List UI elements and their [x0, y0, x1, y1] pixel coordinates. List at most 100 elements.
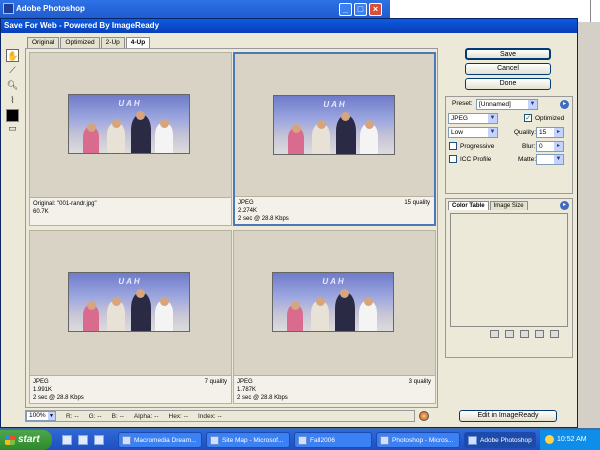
system-tray: 10:52 AM — [540, 430, 600, 450]
preset-select[interactable]: [Unnamed] ▼ — [476, 99, 538, 110]
photoshop-titlebar[interactable]: Adobe Photoshop _ □ × — [0, 0, 390, 18]
pane-info: Original: "001-randr.jpg" 60.7K — [30, 197, 231, 225]
tab-color-table[interactable]: Color Table — [448, 201, 489, 210]
blur-input[interactable]: 0 ▸ — [536, 141, 564, 152]
preset-label: Preset: — [452, 100, 473, 107]
quality-input[interactable]: 15 ▸ — [536, 127, 564, 138]
blur-label: Blur: — [522, 143, 536, 150]
minimize-icon[interactable]: _ — [339, 3, 352, 16]
status-hex: Hex: -- — [168, 412, 189, 420]
tab-2up[interactable]: 2-Up — [100, 37, 125, 48]
preview-image: UAH — [68, 272, 190, 332]
preview-image: UAH — [273, 95, 395, 155]
slider-arrow-icon[interactable]: ▸ — [554, 128, 563, 137]
preview-pane-original[interactable]: UAH Original: "001-randr.jpg" 60.7K — [29, 52, 232, 226]
taskbar: start Macromedia Dream... Site Map - Mic… — [0, 430, 600, 450]
status-blue: B: -- — [111, 412, 124, 420]
preview-in-browser-icon[interactable] — [419, 411, 429, 421]
preview-pane-optimized-1[interactable]: UAH JPEG 2.274K 2 sec @ 28.8 Kbps 15 qua… — [233, 52, 436, 226]
chevron-down-icon: ▼ — [48, 412, 55, 420]
hand-tool-icon[interactable]: ✋ — [6, 49, 19, 62]
taskbar-item-dreamweaver[interactable]: Macromedia Dream... — [118, 432, 202, 448]
maximize-icon[interactable]: □ — [354, 3, 367, 16]
compression-select[interactable]: Low ▼ — [448, 127, 498, 138]
slice-select-tool-icon[interactable]: ⟋ — [6, 64, 19, 77]
tab-optimized[interactable]: Optimized — [60, 37, 100, 48]
preview-pane-optimized-2[interactable]: UAH JPEG 1.991K 2 sec @ 28.8 Kbps 7 qual… — [29, 230, 232, 404]
right-panel: Save Cancel Done Preset: [Unnamed] ▼ ▸ JP… — [445, 48, 575, 358]
optimized-label: Optimized — [535, 115, 565, 122]
color-panel-tabs: Color Table Image Size — [448, 201, 529, 210]
taskbar-item-sitemap[interactable]: Site Map - Microsof... — [206, 432, 290, 448]
photoshop-logo-icon — [3, 3, 14, 14]
quicklaunch-desktop-icon[interactable] — [62, 435, 72, 445]
color-table-tools — [490, 330, 565, 338]
preview-image: UAH — [68, 94, 190, 154]
taskbar-item-photoshop-browser[interactable]: Photoshop - Micros... — [376, 432, 460, 448]
toggle-slices-icon[interactable]: ▭ — [6, 122, 19, 135]
cancel-button[interactable]: Cancel — [465, 63, 551, 75]
tab-4up[interactable]: 4-Up — [125, 37, 151, 48]
start-button[interactable]: start — [0, 430, 52, 450]
status-index: Index: -- — [198, 412, 222, 420]
status-alpha: Alpha: -- — [133, 412, 159, 420]
zoom-select[interactable]: 100% ▼ — [26, 411, 56, 421]
edit-in-imageready-button[interactable]: Edit in ImageReady — [459, 410, 557, 422]
zoom-tool-icon[interactable]: 🔍︎ — [6, 79, 19, 92]
status-green: G: -- — [88, 412, 102, 420]
optimized-checkbox[interactable]: ✓ — [524, 114, 532, 122]
optimize-menu-icon[interactable]: ▸ — [560, 100, 569, 109]
matte-select[interactable]: ▼ — [536, 154, 564, 165]
photoshop-title: Adobe Photoshop — [16, 4, 85, 13]
browser-icon — [210, 436, 219, 445]
quality-label: Quality: — [514, 129, 537, 136]
chevron-down-icon: ▼ — [488, 114, 497, 123]
progressive-checkbox[interactable] — [449, 142, 457, 150]
icc-profile-label: ICC Profile — [460, 156, 492, 163]
chevron-down-icon: ▼ — [554, 155, 563, 164]
save-for-web-dialog: Save For Web - Powered By ImageReady Ori… — [0, 18, 578, 428]
folder-icon — [298, 436, 307, 445]
icc-profile-checkbox[interactable] — [449, 155, 457, 163]
color-table-menu-icon[interactable]: ▸ — [560, 201, 569, 210]
delete-color-icon[interactable] — [550, 330, 559, 338]
tab-original[interactable]: Original — [27, 37, 60, 48]
clock[interactable]: 10:52 AM — [557, 436, 587, 443]
windows-logo-icon — [5, 435, 15, 445]
lock-color-icon[interactable] — [520, 330, 529, 338]
chevron-down-icon: ▼ — [528, 100, 537, 109]
dreamweaver-icon — [122, 436, 131, 445]
pane-info: JPEG 1.787K 2 sec @ 28.8 Kbps 3 quality — [234, 375, 435, 403]
eyedropper-tool-icon[interactable]: ⌇ — [6, 94, 19, 107]
shift-web-icon[interactable] — [505, 330, 514, 338]
color-table-area[interactable] — [450, 213, 568, 327]
background-window-edge — [578, 22, 600, 428]
quicklaunch-media-icon[interactable] — [94, 435, 104, 445]
status-bar: 100% ▼ R: -- G: -- B: -- Alpha: -- Hex: -… — [25, 410, 415, 422]
tab-image-size[interactable]: Image Size — [489, 201, 528, 210]
preview-image: UAH — [272, 272, 394, 332]
map-color-icon[interactable] — [490, 330, 499, 338]
tool-strip: ✋ ⟋ 🔍︎ ⌇ ▭ — [6, 49, 20, 137]
quicklaunch-browser-icon[interactable] — [78, 435, 88, 445]
taskbar-item-fall2006[interactable]: Fall2006 — [294, 432, 372, 448]
chevron-down-icon: ▼ — [488, 128, 497, 137]
taskbar-item-adobe-photoshop[interactable]: Adobe Photoshop — [464, 432, 536, 448]
eyedropper-color-swatch[interactable] — [6, 109, 19, 122]
close-icon[interactable]: × — [369, 3, 382, 16]
matte-label: Matte: — [518, 156, 537, 163]
save-button[interactable]: Save — [465, 48, 551, 60]
view-tabs: Original Optimized 2-Up 4-Up — [27, 37, 151, 48]
slider-arrow-icon[interactable]: ▸ — [554, 142, 563, 151]
dialog-title: Save For Web - Powered By ImageReady — [1, 19, 577, 33]
done-button[interactable]: Done — [465, 78, 551, 90]
preview-pane-optimized-3[interactable]: UAH JPEG 1.787K 2 sec @ 28.8 Kbps 3 qual… — [233, 230, 436, 404]
tray-help-icon[interactable] — [545, 435, 554, 444]
new-color-icon[interactable] — [535, 330, 544, 338]
pane-info: JPEG 1.991K 2 sec @ 28.8 Kbps 7 quality — [30, 375, 231, 403]
pane-info: JPEG 2.274K 2 sec @ 28.8 Kbps 15 quality — [235, 196, 434, 224]
progressive-label: Progressive — [460, 143, 495, 150]
format-select[interactable]: JPEG ▼ — [448, 113, 498, 124]
color-table-panel: Color Table Image Size ▸ — [445, 198, 573, 358]
four-up-grid: UAH Original: "001-randr.jpg" 60.7K UAH — [25, 48, 438, 408]
